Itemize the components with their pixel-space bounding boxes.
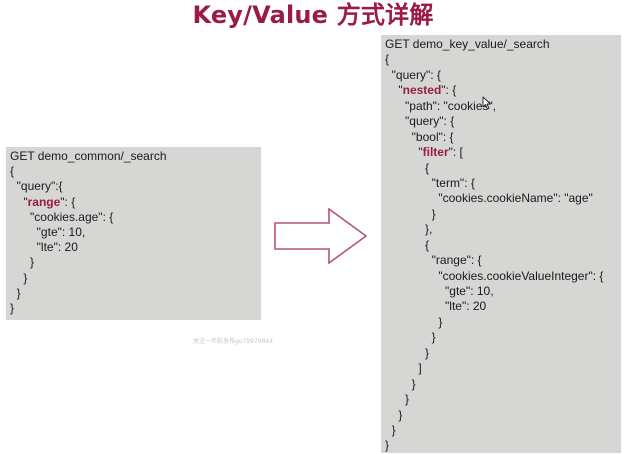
left-code-line: } — [10, 286, 257, 301]
right-code-line: ] — [385, 361, 617, 376]
right-code-line: } — [385, 346, 617, 361]
code-text: "range": { — [385, 253, 482, 268]
code-text: "lte": 20 — [10, 240, 78, 255]
right-code-line: "bool": { — [385, 130, 617, 145]
left-code-line: } — [10, 255, 257, 270]
code-text: } — [385, 438, 390, 453]
code-text: } — [385, 407, 403, 422]
right-code-line: } — [385, 377, 617, 392]
code-text: "path": "cookies", — [385, 98, 497, 113]
code-text: } — [385, 330, 436, 345]
code-text: } — [10, 285, 21, 300]
code-text: ": { — [60, 194, 76, 209]
right-code-line: "term": { — [385, 176, 617, 191]
left-code-line: "gte": 10, — [10, 225, 257, 240]
left-code-line: { — [10, 164, 257, 179]
slide-title: Key/Value 方式详解 — [192, 1, 434, 29]
code-text: ": [ — [448, 145, 463, 160]
code-text: } — [385, 206, 436, 221]
code-text: ": { — [441, 83, 457, 98]
code-text: "query": { — [385, 67, 441, 82]
code-text: } — [385, 392, 410, 407]
right-code-line: "cookies.cookieValueInteger": { — [385, 269, 617, 284]
right-code-line: { — [385, 161, 617, 176]
code-text: } — [10, 270, 28, 285]
right-code-line: GET demo_key_value/_search — [385, 37, 617, 52]
code-text: "cookies.cookieValueInteger": { — [385, 268, 604, 283]
code-text: "bool": { — [385, 129, 454, 144]
code-text: " — [385, 145, 423, 160]
right-code-line: "query": { — [385, 114, 617, 129]
right-code-line: } — [385, 423, 617, 438]
right-code-panel: GET demo_key_value/_search{ "query": { "… — [381, 35, 621, 453]
code-text: { — [10, 164, 15, 179]
code-text: "gte": 10, — [10, 224, 86, 239]
code-text: "gte": 10, — [385, 284, 494, 298]
right-code-line: "cookies.cookieName": "age" — [385, 191, 617, 206]
left-code-line: GET demo_common/_search — [10, 149, 257, 164]
code-text: " — [10, 194, 28, 209]
right-code-line: { — [385, 52, 617, 67]
right-code-line: } — [385, 315, 617, 330]
code-text: ] — [385, 361, 422, 376]
right-code-line: } — [385, 438, 617, 453]
code-text: { — [385, 52, 390, 67]
code-text: { — [385, 160, 430, 175]
left-code-line: } — [10, 301, 257, 316]
right-code-line: } — [385, 392, 617, 407]
code-text: }, — [385, 222, 433, 237]
left-code-line: "cookies.age": { — [10, 210, 257, 225]
right-code-line: "nested": { — [385, 83, 617, 98]
code-text: } — [10, 300, 15, 315]
highlighted-keyword: range — [27, 194, 61, 209]
mouse-pointer-icon — [482, 96, 491, 110]
code-text: "cookies.age": { — [10, 209, 114, 224]
code-text: } — [385, 345, 430, 360]
right-code-line: "filter": [ — [385, 145, 617, 160]
right-code-line: } — [385, 207, 617, 222]
left-code-line: "range": { — [10, 195, 257, 210]
watermark-text: 关注一年前发布go79979844 — [193, 338, 274, 345]
code-text: "term": { — [385, 175, 475, 190]
left-code-line: } — [10, 271, 257, 286]
highlighted-keyword: filter — [422, 145, 449, 160]
code-text: "lte": 20 — [385, 299, 487, 314]
code-text: } — [385, 422, 396, 437]
right-code-line: "range": { — [385, 253, 617, 268]
code-text: "query":{ — [10, 179, 63, 194]
code-text: "query": { — [385, 114, 455, 129]
code-text: { — [385, 237, 430, 252]
code-text: GET demo_common/_search — [10, 149, 167, 163]
code-text: GET demo_key_value/_search — [385, 37, 550, 51]
right-code-line: } — [385, 408, 617, 423]
right-code-line: { — [385, 238, 617, 253]
right-code-line: "gte": 10, — [385, 284, 617, 299]
right-code-line: "query": { — [385, 68, 617, 83]
code-text: } — [10, 255, 35, 270]
code-text: "cookies.cookieName": "age" — [385, 191, 593, 206]
left-code-line: "lte": 20 — [10, 240, 257, 255]
left-code-panel: GET demo_common/_search{ "query":{ "rang… — [6, 147, 261, 320]
right-code-line: } — [385, 330, 617, 345]
code-text: } — [385, 376, 416, 391]
right-code-line: }, — [385, 222, 617, 237]
left-code-line: "query":{ — [10, 179, 257, 194]
code-text: " — [385, 83, 403, 98]
right-code-line: "path": "cookies", — [385, 99, 617, 114]
right-arrow-icon — [274, 208, 368, 264]
right-code-line: "lte": 20 — [385, 299, 617, 314]
highlighted-keyword: nested — [402, 83, 442, 98]
code-text: } — [385, 314, 443, 329]
